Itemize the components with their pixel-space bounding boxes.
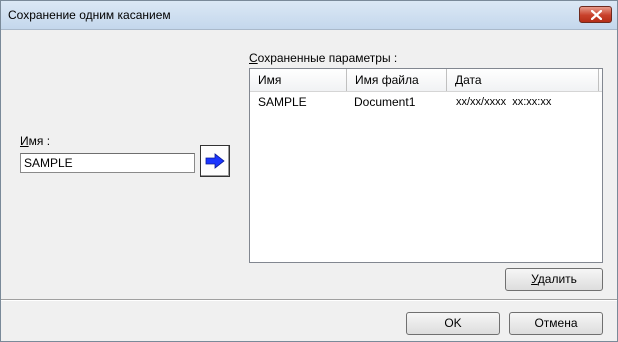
saved-label-accel: С [249,51,258,65]
right-arrow-icon [205,153,225,169]
saved-params-list[interactable]: Имя Имя файла Дата SAMPLE Document1 xx/x… [249,68,603,263]
name-label: Имя : [20,134,50,148]
list-header: Имя Имя файла Дата [250,69,602,92]
row-name-cell: SAMPLE [258,95,307,109]
delete-button[interactable]: Удалить [505,268,603,291]
delete-label-rest: далить [537,272,577,286]
add-arrow-button[interactable] [200,145,230,177]
list-row[interactable]: SAMPLE Document1 xx/xx/xxxx xx:xx:xx [250,92,602,112]
column-header-name[interactable]: Имя [250,69,347,91]
row-file-cell: Document1 [354,95,416,109]
name-label-rest: мя : [28,134,51,148]
saved-params-label: Сохраненные параметры : [249,51,397,65]
cancel-button[interactable]: Отмена [509,312,603,335]
ok-button[interactable]: OK [406,312,500,335]
title-bar: Сохранение одним касанием [1,1,617,30]
delete-label-accel: У [531,272,538,286]
row-date-cell: xx/xx/xxxx xx:xx:xx [456,96,552,108]
name-label-accel: И [20,134,29,148]
name-input[interactable]: SAMPLE [20,153,195,173]
close-button[interactable] [579,6,612,23]
footer-separator [1,299,617,301]
window-title: Сохранение одним касанием [8,8,171,22]
column-header-filename[interactable]: Имя файла [347,69,447,91]
column-header-date[interactable]: Дата [447,69,599,91]
close-x-icon [591,10,602,20]
dialog-window: Сохранение одним касанием Имя : SAMPLE С… [0,0,618,342]
saved-label-rest: охраненные параметры : [257,51,398,65]
